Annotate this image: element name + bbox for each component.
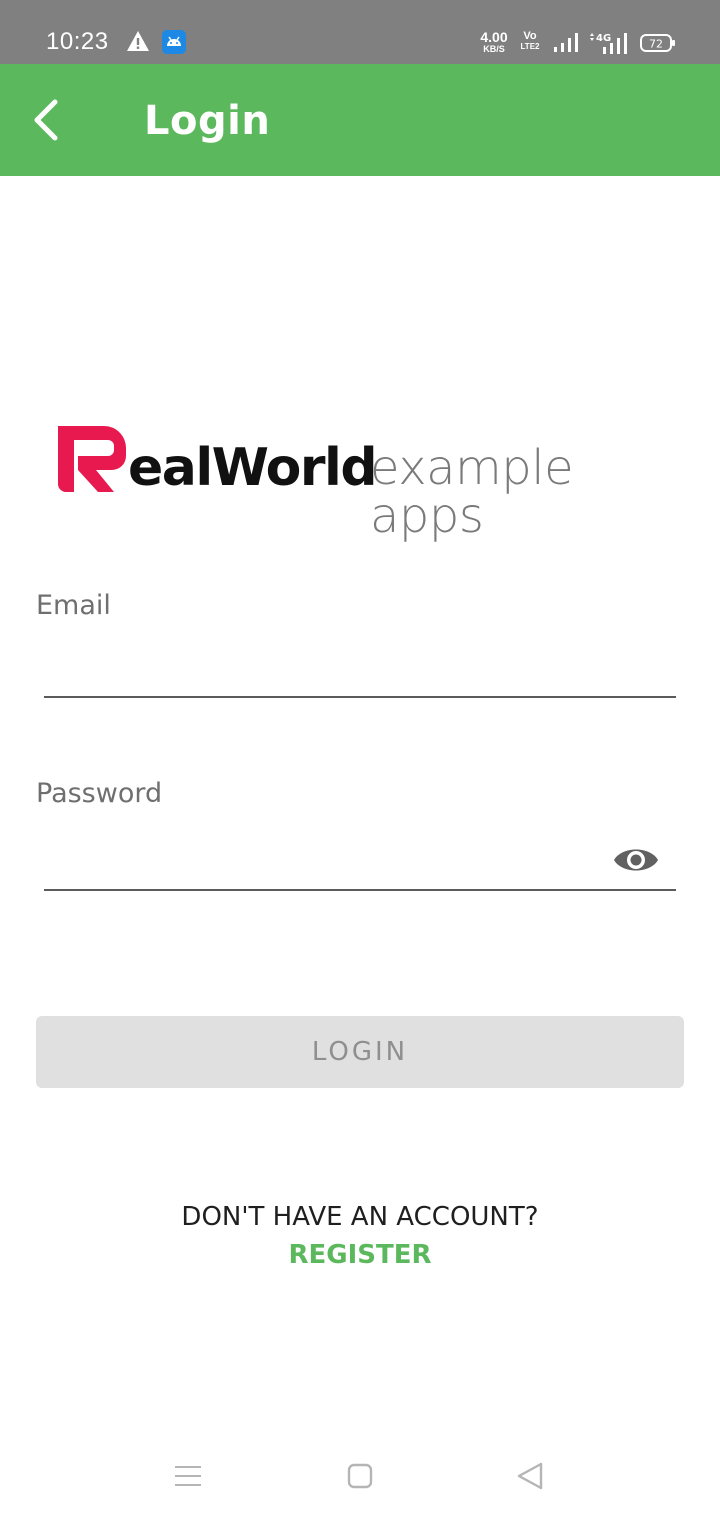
logo-brand-bold: ealWorld [128,438,378,498]
status-bar: 10:23 4.00 KB/S Vo LTE2 4G 72 [0,0,720,64]
battery-icon: 72 [640,34,675,52]
battery-level: 72 [649,38,663,51]
back-button[interactable] [20,94,72,146]
logo-brand-light: example apps [370,440,574,544]
no-account-text: DON'T HAVE AN ACCOUNT? [181,1202,539,1232]
network-type: 4G [596,33,611,44]
back-triangle-icon[interactable] [514,1460,546,1492]
network-speed-unit: KB/S [483,44,505,54]
home-icon[interactable] [346,1462,374,1490]
register-link[interactable]: REGISTER [0,1240,720,1270]
password-label: Password [36,778,163,809]
volte-top: Vo [523,30,537,42]
chevron-left-icon [34,99,58,141]
realworld-r-mark-icon [58,426,126,492]
app-bar: Login [0,64,720,176]
eye-icon[interactable] [612,840,660,880]
page-title: Login [144,98,271,144]
password-field[interactable] [44,832,676,891]
4g-signal-icon: 4G [590,33,627,54]
login-button[interactable]: LOGIN [36,1016,684,1088]
email-field[interactable] [44,640,676,698]
signal-icon [554,33,578,52]
status-time: 10:23 [46,28,109,55]
network-speed: 4.00 KB/S [474,30,514,54]
android-notification-icon [162,30,186,54]
volte-indicator: Vo LTE2 [516,31,544,51]
network-speed-value: 4.00 [480,29,508,45]
menu-icon[interactable] [172,1462,204,1490]
email-label: Email [36,590,111,621]
realworld-logo: ealWorld example apps [56,424,676,540]
volte-bottom: LTE2 [520,42,540,51]
warning-icon [127,31,149,51]
